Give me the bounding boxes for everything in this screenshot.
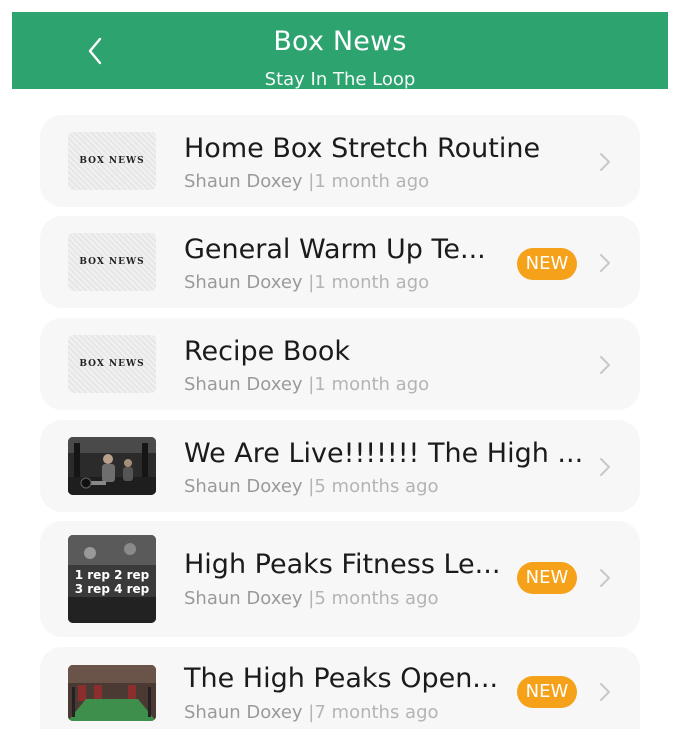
news-thumbnail: BOX NEWS xyxy=(68,233,156,291)
news-title: Home Box Stretch Routine xyxy=(184,133,541,164)
news-meta: Shaun Doxey |5 months ago xyxy=(184,588,439,609)
thumbnail-label: BOX NEWS xyxy=(79,156,145,166)
chevron-right-icon xyxy=(600,153,610,171)
news-thumbnail: 1 rep 2 rep 3 rep 4 rep xyxy=(68,535,156,623)
app-header: Box News Stay In The Loop xyxy=(12,12,668,90)
thumbnail-label: BOX NEWS xyxy=(79,359,145,369)
news-meta: Shaun Doxey |1 month ago xyxy=(184,171,429,192)
news-author: Shaun Doxey xyxy=(184,171,303,192)
news-title: The High Peaks Open... xyxy=(184,663,499,694)
gym-interior-image xyxy=(68,665,156,721)
news-meta: Shaun Doxey |1 month ago xyxy=(184,374,429,395)
news-thumbnail: BOX NEWS xyxy=(68,335,156,393)
news-title: Recipe Book xyxy=(184,336,351,367)
news-meta: Shaun Doxey |1 month ago xyxy=(184,272,429,293)
news-author: Shaun Doxey xyxy=(184,272,303,293)
news-thumbnail xyxy=(68,665,156,721)
page-subtitle: Stay In The Loop xyxy=(264,69,416,90)
news-time: 5 months ago xyxy=(314,588,439,609)
news-item[interactable]: BOX NEWS General Warm Up Te... Shaun Dox… xyxy=(40,216,640,308)
workout-photo-image: 1 rep 2 rep 3 rep 4 rep xyxy=(68,535,156,623)
news-author: Shaun Doxey xyxy=(184,374,303,395)
news-meta: Shaun Doxey |7 months ago xyxy=(184,702,439,723)
news-title: General Warm Up Te... xyxy=(184,234,486,265)
chevron-right-icon xyxy=(600,569,610,587)
news-title: We Are Live!!!!!!! The High ... xyxy=(184,438,584,469)
reps-text-line1: 1 rep 2 rep xyxy=(75,568,150,582)
thumbnail-label: BOX NEWS xyxy=(79,257,145,267)
news-thumbnail: BOX NEWS xyxy=(68,132,156,190)
gym-photo-image xyxy=(68,437,156,495)
chevron-right-icon xyxy=(600,254,610,272)
news-item[interactable]: 1 rep 2 rep 3 rep 4 rep High Peaks Fitne… xyxy=(40,521,640,637)
new-badge: NEW xyxy=(517,562,577,594)
news-thumbnail xyxy=(68,437,156,495)
page-title: Box News xyxy=(273,26,407,57)
news-author: Shaun Doxey xyxy=(184,476,303,497)
chevron-right-icon xyxy=(600,356,610,374)
news-item[interactable]: BOX NEWS Recipe Book Shaun Doxey |1 mont… xyxy=(40,318,640,410)
news-time: 7 months ago xyxy=(314,702,439,723)
news-time: 1 month ago xyxy=(314,171,430,192)
new-badge: NEW xyxy=(517,248,577,280)
news-meta: Shaun Doxey |5 months ago xyxy=(184,476,439,497)
news-time: 1 month ago xyxy=(314,272,430,293)
news-item[interactable]: We Are Live!!!!!!! The High ... Shaun Do… xyxy=(40,420,640,512)
news-time: 5 months ago xyxy=(314,476,439,497)
chevron-right-icon xyxy=(600,683,610,701)
news-item[interactable]: The High Peaks Open... Shaun Doxey |7 mo… xyxy=(40,647,640,729)
news-item[interactable]: BOX NEWS Home Box Stretch Routine Shaun … xyxy=(40,115,640,207)
news-time: 1 month ago xyxy=(314,374,430,395)
chevron-right-icon xyxy=(600,458,610,476)
new-badge: NEW xyxy=(517,676,577,708)
reps-text-line2: 3 rep 4 rep xyxy=(75,582,150,596)
news-author: Shaun Doxey xyxy=(184,702,303,723)
news-author: Shaun Doxey xyxy=(184,588,303,609)
news-title: High Peaks Fitness Le... xyxy=(184,549,501,580)
